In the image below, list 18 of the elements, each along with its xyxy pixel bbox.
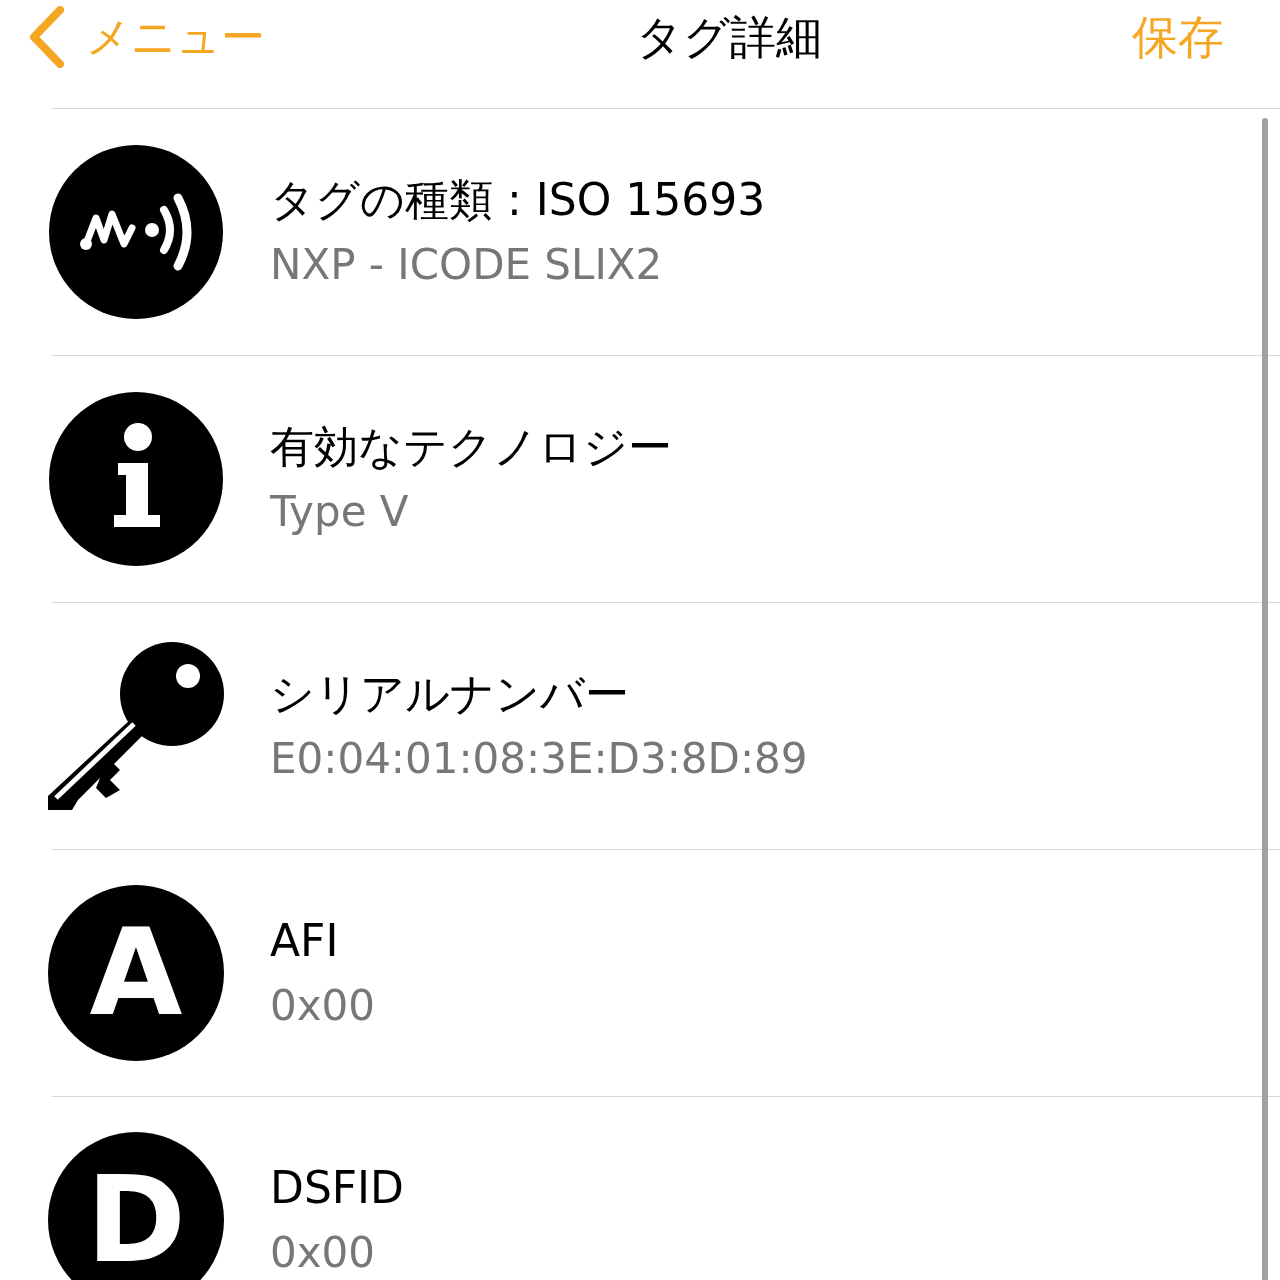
item-title: タグの種類 : ISO 15693 — [270, 178, 766, 222]
back-button[interactable]: メニュー — [28, 4, 265, 70]
save-button[interactable]: 保存 — [1132, 2, 1224, 72]
item-value: 0x00 — [270, 985, 376, 1027]
item-title: AFI — [270, 919, 340, 963]
nav-title: タグ詳細 — [635, 8, 822, 66]
item-value: Type V — [270, 491, 410, 533]
chevron-left-icon — [28, 6, 64, 68]
item-value: E0:04:01:08:3E:D3:8D:89 — [270, 738, 808, 780]
letter-icon: A — [48, 885, 224, 1061]
letter-icon: D — [48, 1132, 224, 1280]
item-value: 0x00 — [270, 1232, 377, 1274]
nfc-icon — [48, 144, 224, 320]
item-title: シリアルナンバー — [270, 672, 630, 716]
item-title: DSFID — [270, 1166, 404, 1210]
info-icon — [48, 391, 224, 567]
item-title: 有効なテクノロジー — [270, 425, 672, 469]
item-value: NXP - ICODE SLIX2 — [270, 244, 664, 286]
